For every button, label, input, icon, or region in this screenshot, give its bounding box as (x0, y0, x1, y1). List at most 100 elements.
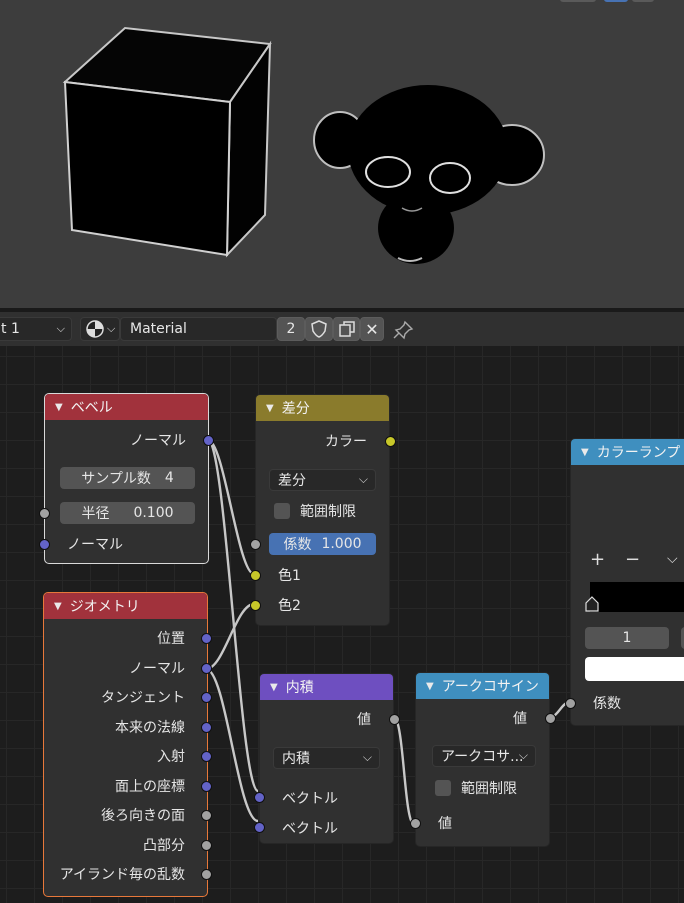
dot-input-vector-2-socket[interactable] (254, 822, 265, 833)
fake-user-button[interactable] (305, 317, 333, 341)
shield-icon (311, 320, 327, 338)
geometry-output-normal: ノーマル (44, 656, 207, 680)
chevron-down-icon: ⌵ (358, 472, 368, 486)
blend-mode-dropdown[interactable]: 差分 ⌵ (269, 469, 376, 491)
difference-clamp-checkbox[interactable]: 範囲制限 (274, 501, 356, 521)
ramp-stop-index: 1 (622, 630, 632, 646)
suzanne-monkey-object (313, 85, 545, 264)
factor-slider[interactable]: 係数 1.000 (269, 533, 376, 555)
geometry-position-socket[interactable] (201, 633, 212, 644)
geometry-output-label: 位置 (157, 631, 185, 647)
ramp-stop-index-field[interactable]: 1 (585, 627, 669, 649)
difference-output-color-socket[interactable] (385, 436, 396, 447)
link-geometry-normal-to-color2 (205, 602, 255, 671)
dot-output-value-socket[interactable] (389, 714, 400, 725)
dot-input-vector-2: ベクトル (260, 816, 393, 840)
arccos-clamp-checkbox[interactable]: 範囲制限 (435, 778, 517, 798)
material-name: Material (130, 321, 187, 337)
material-user-count[interactable]: 2 (277, 317, 305, 341)
geometry-node[interactable]: ▼ ジオメトリ 位置 ノーマル タンジェント 本来の法線 入射 面上の座標 後ろ… (43, 592, 212, 897)
bevel-radius-value: 0.100 (133, 505, 174, 521)
dot-input-vector-1-socket[interactable] (254, 792, 265, 803)
bevel-node-header[interactable]: ▼ ベベル (45, 394, 208, 420)
geometry-node-title: ジオメトリ (69, 599, 140, 615)
material-name-field[interactable]: Material (120, 317, 277, 341)
color-ramp-gradient[interactable] (590, 582, 684, 612)
checkbox-box[interactable] (435, 780, 451, 796)
dot-operation-dropdown[interactable]: 内積 ⌵ (273, 747, 380, 769)
geometry-output-parametric: 面上の座標 (44, 774, 207, 798)
dot-input-vector-1: ベクトル (260, 786, 393, 810)
bevel-samples-label: サンプル数 (81, 471, 151, 487)
geometry-normal-socket[interactable] (201, 663, 212, 674)
bevel-samples-field[interactable]: サンプル数 4 (60, 467, 195, 489)
link-dot-value-to-arccos-value (392, 716, 416, 826)
chevron-down-icon: ⌵ (56, 322, 65, 335)
color1-label: 色1 (278, 568, 301, 584)
material-slot-dropdown[interactable]: t 1 ⌵ (0, 317, 72, 341)
geometry-true-normal-socket[interactable] (201, 722, 212, 733)
chevron-down-icon: ⌵ (362, 750, 372, 764)
geometry-backfacing-socket[interactable] (201, 810, 212, 821)
dot-product-node[interactable]: ▼ 内積 値 内積 ⌵ ベクトル ベクトル (254, 673, 400, 844)
arccosine-node[interactable]: ▼ アークコサイン 値 アークコサ... ⌵ 範囲制限 値 (410, 672, 556, 847)
factor-input-socket[interactable] (250, 539, 261, 550)
geometry-pointiness-socket[interactable] (201, 840, 212, 851)
geometry-output-label: タンジェント (101, 690, 185, 706)
difference-node[interactable]: ▼ 差分 カラー 差分 ⌵ 範囲制限 係数 1.000 色1 色2 (250, 394, 396, 626)
color2-input-socket[interactable] (250, 600, 261, 611)
geometry-output-tangent: タンジェント (44, 685, 207, 709)
geometry-output-position: 位置 (44, 626, 207, 650)
geometry-parametric-socket[interactable] (201, 781, 212, 792)
pin-icon (393, 320, 414, 340)
ramp-input-factor-socket[interactable] (565, 698, 576, 709)
collapse-triangle-icon[interactable]: ▼ (270, 682, 278, 693)
collapse-triangle-icon[interactable]: ▼ (266, 403, 274, 414)
collapse-triangle-icon[interactable]: ▼ (55, 402, 63, 413)
bevel-radius-input-socket[interactable] (39, 508, 50, 519)
color1-input-socket[interactable] (250, 570, 261, 581)
geometry-tangent-socket[interactable] (201, 692, 212, 703)
geometry-incoming-socket[interactable] (201, 751, 212, 762)
bevel-input-normal-socket[interactable] (39, 539, 50, 550)
ramp-add-stop-button[interactable]: + (590, 549, 605, 570)
collapse-triangle-icon[interactable]: ▼ (426, 681, 434, 692)
chevron-down-icon: ⌵ (107, 322, 116, 335)
arccos-input-value-socket[interactable] (410, 818, 421, 829)
ramp-stop-handle[interactable] (585, 596, 599, 616)
dot-output-value-label: 値 (357, 712, 371, 728)
duplicate-material-button[interactable] (333, 317, 360, 341)
bevel-input-normal-label: ノーマル (67, 537, 123, 553)
node-editor-canvas[interactable]: ▼ ベベル ノーマル サンプル数 4 半径 0.100 ノーマル ▼ ジオメトリ… (0, 346, 684, 903)
material-browse-button[interactable]: ⌵ (80, 317, 120, 341)
collapse-triangle-icon[interactable]: ▼ (581, 447, 589, 458)
bevel-radius-field[interactable]: 半径 0.100 (60, 502, 195, 524)
geometry-node-header[interactable]: ▼ ジオメトリ (44, 593, 207, 619)
color-ramp-node[interactable]: ▼ カラーランプ + − ⌵ 1 係数 (565, 438, 684, 726)
dot-product-node-title: 内積 (285, 680, 314, 696)
3d-viewport[interactable] (0, 0, 684, 308)
difference-node-title: 差分 (281, 401, 310, 417)
bevel-output-normal-socket[interactable] (203, 435, 214, 446)
arccosine-node-header[interactable]: ▼ アークコサイン (416, 673, 549, 699)
collapse-triangle-icon[interactable]: ▼ (54, 601, 62, 612)
factor-label: 係数 (283, 537, 312, 553)
bevel-output-normal: ノーマル (45, 428, 208, 452)
cube-object (62, 26, 272, 258)
ramp-menu-chevron-icon[interactable]: ⌵ (667, 551, 678, 567)
geometry-output-label: 後ろ向きの面 (101, 808, 185, 824)
checkbox-box[interactable] (274, 503, 290, 519)
arccos-output-value-socket[interactable] (545, 713, 556, 724)
geometry-random-socket[interactable] (201, 869, 212, 880)
ramp-stop-color-swatch[interactable] (585, 657, 684, 681)
dot-input-vector-2-label: ベクトル (282, 821, 338, 837)
difference-node-header[interactable]: ▼ 差分 (256, 395, 389, 421)
dot-product-node-header[interactable]: ▼ 内積 (260, 674, 393, 700)
unlink-material-button[interactable]: ✕ (360, 317, 384, 341)
color-ramp-node-header[interactable]: ▼ カラーランプ (571, 439, 684, 465)
bevel-node[interactable]: ▼ ベベル ノーマル サンプル数 4 半径 0.100 ノーマル (39, 393, 214, 564)
difference-clamp-label: 範囲制限 (300, 504, 356, 520)
ramp-remove-stop-button[interactable]: − (625, 549, 640, 570)
arccos-operation-dropdown[interactable]: アークコサ... ⌵ (432, 745, 536, 767)
pin-button[interactable] (392, 320, 414, 340)
